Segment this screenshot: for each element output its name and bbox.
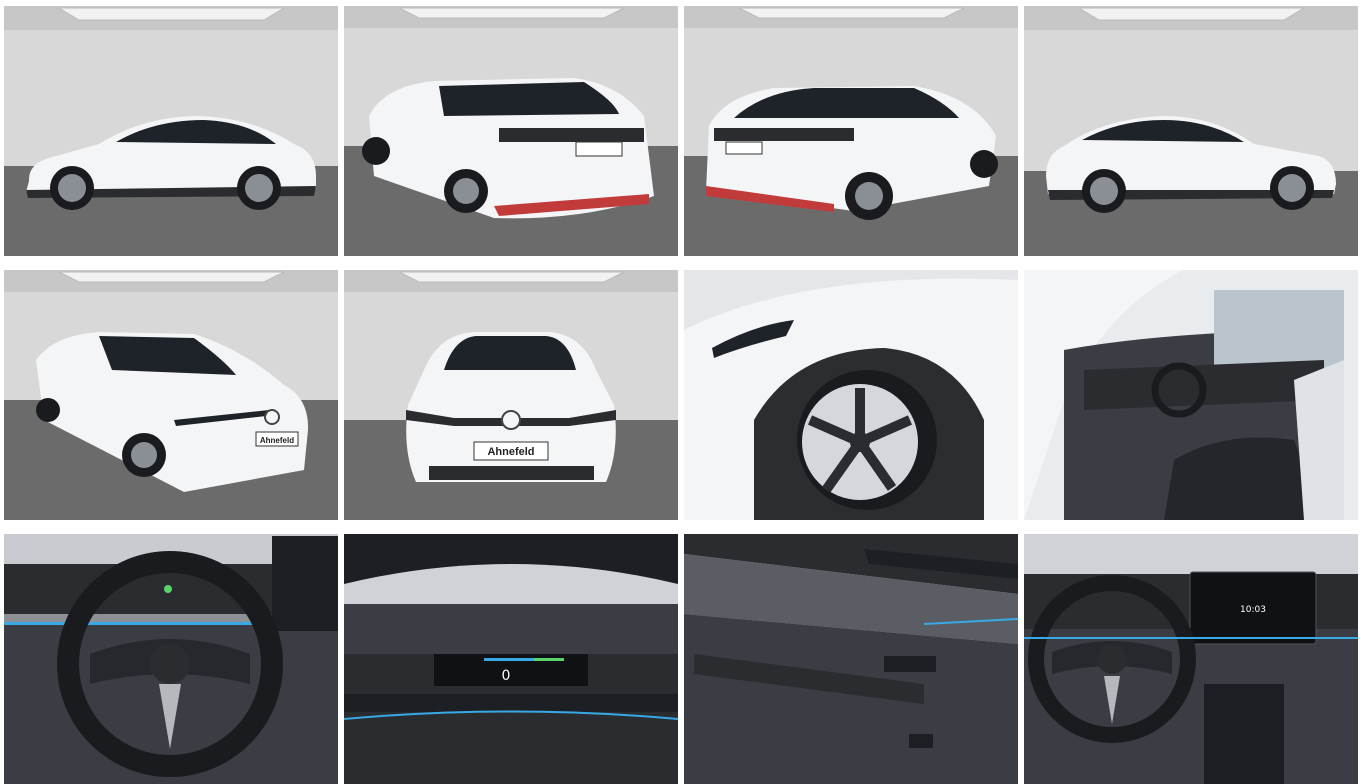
car-side-right-image xyxy=(1024,6,1358,256)
license-plate-text: Ahnefeld xyxy=(487,446,534,458)
steering-wheel-image xyxy=(4,534,338,784)
gallery-photo-interior-driver-seat[interactable] xyxy=(1024,270,1358,520)
gallery-photo-dashboard[interactable]: 10:03 xyxy=(1024,534,1358,784)
clock-readout: 10:03 xyxy=(1240,605,1266,615)
speed-readout: 0 xyxy=(502,668,511,684)
gallery-photo-steering-wheel[interactable] xyxy=(4,534,338,784)
instrument-cluster-image: 0 xyxy=(344,534,678,784)
gallery-photo-front[interactable]: Ahnefeld xyxy=(344,270,678,520)
interior-driver-seat-image xyxy=(1024,270,1358,520)
car-rear-right-image xyxy=(684,6,1018,256)
gallery-photo-front-left[interactable]: Ahnefeld xyxy=(4,270,338,520)
gallery-photo-rear-right[interactable] xyxy=(684,6,1018,256)
license-plate-text: Ahnefeld xyxy=(260,436,294,445)
gallery-photo-side-left[interactable] xyxy=(4,6,338,256)
gallery-photo-door-panel[interactable] xyxy=(684,534,1018,784)
photo-gallery: Ahnefeld Ahnefeld 0 10:03 xyxy=(0,0,1365,784)
wheel-detail-image xyxy=(684,270,1018,520)
gallery-photo-side-right[interactable] xyxy=(1024,6,1358,256)
door-panel-image xyxy=(684,534,1018,784)
car-rear-left-image xyxy=(344,6,678,256)
dashboard-image: 10:03 xyxy=(1024,534,1358,784)
gallery-photo-instrument-cluster[interactable]: 0 xyxy=(344,534,678,784)
gallery-photo-wheel-detail[interactable] xyxy=(684,270,1018,520)
car-front-left-image: Ahnefeld xyxy=(4,270,338,520)
gallery-photo-rear-left[interactable] xyxy=(344,6,678,256)
car-front-image: Ahnefeld xyxy=(344,270,678,520)
car-side-left-image xyxy=(4,6,338,256)
